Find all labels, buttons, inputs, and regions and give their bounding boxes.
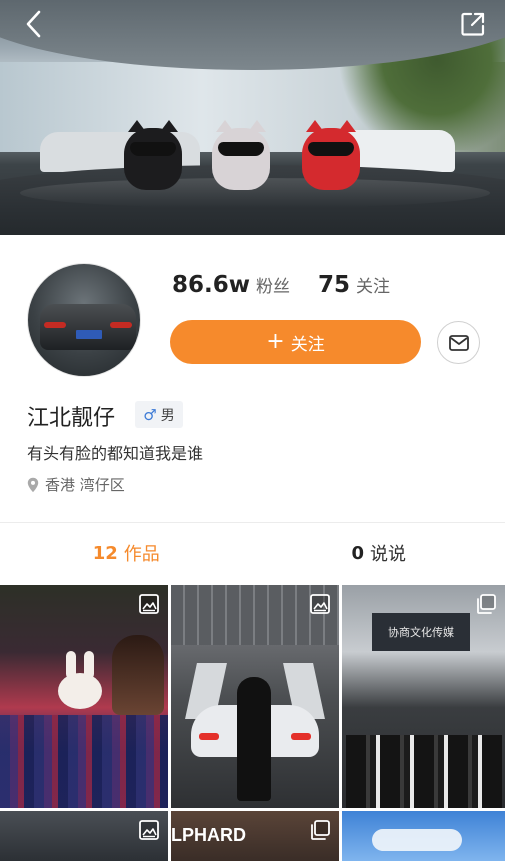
fans-label[interactable]: 粉丝 (256, 272, 290, 297)
tab-works-label: 作品 (123, 544, 160, 565)
image-icon (310, 594, 330, 614)
work-tile[interactable]: 协商文化传媒 (342, 585, 505, 808)
gender-badge: ♂ 男 (135, 401, 183, 428)
back-button[interactable] (16, 6, 52, 42)
avatar[interactable] (27, 263, 141, 377)
tab-posts[interactable]: 0 说说 (253, 523, 505, 583)
cover-figure-red (302, 120, 360, 190)
follow-button[interactable]: + 关注 (170, 320, 421, 364)
tile-storefront-sign: 协商文化传媒 (372, 613, 470, 651)
tile-bunny (58, 651, 102, 709)
external-link-icon (461, 12, 485, 36)
tile-man (237, 677, 271, 801)
message-button[interactable] (437, 321, 480, 364)
multi-image-icon (311, 820, 330, 840)
mail-icon (448, 334, 469, 351)
cover-figure-black (124, 120, 182, 190)
avatar-license-plate (76, 330, 102, 339)
following-count[interactable]: 75 (318, 272, 350, 298)
male-icon: ♂ (143, 405, 157, 424)
cover-image (0, 0, 505, 235)
fans-count[interactable]: 86.6w (172, 272, 250, 298)
tab-posts-label: 说说 (370, 544, 407, 565)
plus-icon: + (266, 329, 285, 354)
profile-stats: 86.6w 粉丝 75 关注 (172, 272, 390, 306)
gender-label: 男 (160, 407, 175, 424)
following-label[interactable]: 关注 (356, 272, 390, 297)
work-tile[interactable] (0, 811, 168, 861)
tile-tail-light (291, 733, 311, 740)
work-tile[interactable]: LPHARD (171, 811, 339, 861)
work-tile[interactable] (0, 585, 168, 808)
tab-works-count: 12 (92, 542, 118, 564)
tab-works[interactable]: 12 作品 (0, 523, 253, 583)
share-button[interactable] (455, 6, 491, 42)
tile-vehicle-text: LPHARD (171, 825, 246, 845)
work-tile[interactable] (171, 585, 339, 808)
tile-crowd (0, 715, 168, 808)
avatar-tail-light (44, 322, 66, 328)
tile-group-people (346, 735, 502, 808)
work-tile[interactable] (342, 811, 505, 861)
image-icon (139, 820, 159, 840)
profile-bio: 有头有脸的都知道我是谁 (27, 444, 204, 463)
avatar-tail-light (110, 322, 132, 328)
multi-image-icon (477, 594, 496, 614)
profile-tabs: 12 作品 0 说说 (0, 523, 505, 583)
tile-woman (112, 635, 164, 715)
location-pin-icon (27, 477, 39, 492)
chevron-left-icon (26, 10, 41, 38)
profile-name: 江北靓仔 (27, 406, 116, 431)
profile-location: 香港 湾仔区 (27, 474, 125, 495)
tile-tail-light (199, 733, 219, 740)
tile-cloud (372, 829, 462, 851)
location-text: 香港 湾仔区 (45, 476, 125, 494)
follow-button-label: 关注 (290, 334, 325, 355)
image-icon (139, 594, 159, 614)
cover-figure-white (212, 120, 270, 190)
tab-posts-count: 0 (351, 542, 365, 564)
